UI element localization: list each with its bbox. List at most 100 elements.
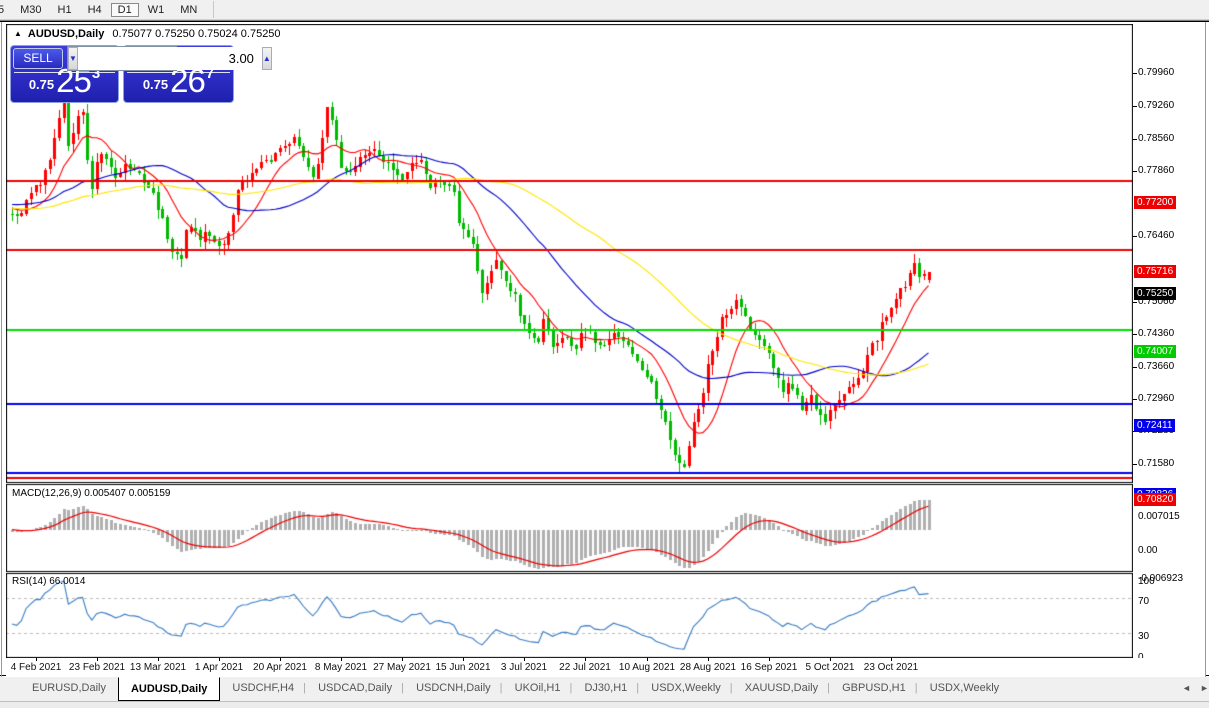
toolbar-separator [213,1,215,18]
price-tick-dash [1133,366,1137,368]
rsi-axis-label: 100 [1138,576,1155,587]
tab-usdx-weekly-2[interactable]: USDX,Weekly [915,678,1011,701]
sell-price-prefix: 0.75 [28,77,55,92]
one-click-trade-panel: 0.75253 0.75267 SELL BUY ▼ ▲ [10,45,272,103]
date-tick-mark [585,658,586,661]
timeframe-m30[interactable]: M30 [13,3,48,17]
date-tick-mark [708,658,709,661]
tab-usdchf-h4[interactable]: USDCHF,H4 [220,678,306,701]
rsi-name: RSI(14) [12,576,47,587]
price-tick-dash [1133,138,1137,140]
date-tick-mark [463,658,464,661]
price-line-label: 0.75250 [1134,286,1177,300]
date-label: 16 Sep 2021 [740,662,798,673]
tab-ukoil-h1[interactable]: UKOil,H1 [500,678,573,701]
chart-title: ▲ AUDUSD,Daily 0.75077 0.75250 0.75024 0.7… [14,28,281,40]
timeframe-w1[interactable]: W1 [141,3,172,17]
date-label: 27 May 2021 [373,662,431,673]
price-tick-dash [1133,399,1137,401]
timeframe-h4[interactable]: H4 [81,3,109,17]
tab-usdcad-daily[interactable]: USDCAD,Daily [303,678,404,701]
volume-spinner: ▼ ▲ [67,46,272,71]
date-label: 5 Oct 2021 [805,662,855,673]
date-tick-mark [524,658,525,661]
rsi-label: RSI(14) 66.0014 [12,576,85,587]
tab-audusd-daily[interactable]: AUDUSD,Daily [117,677,221,701]
date-axis: 4 Feb 2021 23 Feb 2021 13 Mar 2021 1 Apr 20… [6,658,1205,677]
timeframe-mn[interactable]: MN [173,3,204,17]
date-label: 28 Aug 2021 [679,662,737,673]
date-tick-mark [97,658,98,661]
rsi-axis-label: 30 [1138,631,1150,642]
timeframe-m5[interactable]: 5 [0,3,11,17]
price-tick-dash [1133,236,1137,238]
window-right-frame [1205,22,1206,677]
volume-decrease-button[interactable]: ▼ [68,47,78,70]
date-label: 23 Feb 2021 [68,662,126,673]
macd-values: 0.005407 0.005159 [84,488,171,499]
tab-row: EURUSD,Daily AUDUSD,Daily USDCHF,H4 USDC… [0,677,1209,701]
rsi-value: 66.0014 [49,576,86,587]
price-line-label: 0.74007 [1134,344,1177,358]
volume-input[interactable] [77,47,262,70]
price-tick-label: 0.73660 [1138,360,1175,372]
price-line-label: 0.75716 [1134,265,1177,279]
date-label: 23 Oct 2021 [863,662,919,673]
chart-symbol: AUDUSD,Daily [27,28,105,40]
price-line-label: 0.70820 [1134,493,1177,506]
date-tick-mark [402,658,403,661]
price-tick-dash [1133,301,1137,303]
price-line-label: 0.77200 [1134,196,1177,209]
price-tick-label: 0.77860 [1138,165,1175,177]
date-label: 22 Jul 2021 [559,662,611,673]
date-tick-mark [769,658,770,661]
rsi-axis-label: 70 [1138,596,1150,607]
price-tick-label: 0.76460 [1138,230,1175,242]
timeframe-d1[interactable]: D1 [110,2,139,17]
tab-usdcnh-daily[interactable]: USDCNH,Daily [401,678,503,701]
date-tick-mark [219,658,220,661]
chart-tab-bar: EURUSD,Daily AUDUSD,Daily USDCHF,H4 USDC… [0,677,1209,708]
price-tick-dash [1133,73,1137,75]
price-axis: 0.79960 0.79260 0.78560 0.77860 0.76460 0.750… [1133,24,1205,663]
buy-price-prefix: 0.75 [142,77,169,92]
tab-xauusd-daily[interactable]: XAUUSD,Daily [730,678,830,701]
tab-bar-strip [0,701,1209,708]
macd-name: MACD(12,26,9) [12,488,82,499]
tab-gbpusd-h1[interactable]: GBPUSD,H1 [827,678,918,701]
tab-scroll-left-icon[interactable]: ◄ [1182,683,1191,693]
price-line-label: 0.72411 [1134,418,1176,432]
date-label: 3 Jul 2021 [500,662,548,673]
date-label: 8 May 2021 [314,662,368,673]
tab-dj30-h1[interactable]: DJ30,H1 [569,678,639,701]
date-tick-mark [647,658,648,661]
chart-window: ▲ AUDUSD,Daily 0.75077 0.75250 0.75024 0.7… [0,21,1209,677]
volume-increase-button[interactable]: ▲ [261,47,272,70]
date-label: 4 Feb 2021 [10,662,62,673]
date-tick-mark [36,658,37,661]
date-tick-mark [341,658,342,661]
chart-ohlc-values: 0.75077 0.75250 0.75024 0.75250 [112,28,281,40]
timeframe-toolbar: 5 M30 H1 H4 D1 W1 MN [0,0,1209,19]
price-tick-label: 0.79960 [1138,67,1175,79]
macd-axis-label: 0.00 [1138,545,1158,556]
price-tick-label: 0.78560 [1138,132,1175,144]
tab-usdx-weekly[interactable]: USDX,Weekly [636,678,732,701]
tab-scroll-right-icon[interactable]: ► [1200,683,1209,693]
date-tick-mark [280,658,281,661]
collapse-arrow-icon[interactable]: ▲ [14,29,22,38]
date-label: 20 Apr 2021 [253,662,307,673]
date-label: 10 Aug 2021 [618,662,676,673]
price-tick-label: 0.72960 [1138,393,1175,405]
timeframe-h1[interactable]: H1 [51,3,79,17]
price-chart-canvas[interactable] [6,24,1133,658]
price-tick-label: 0.79260 [1138,100,1175,112]
price-tick-dash [1133,106,1137,108]
price-tick-label: 0.74360 [1138,328,1175,340]
sell-button[interactable]: SELL [13,48,63,69]
tab-eurusd-daily[interactable]: EURUSD,Daily [20,678,118,701]
macd-axis-label: 0.007015 [1138,511,1180,522]
price-tick-dash [1133,463,1137,465]
date-label: 1 Apr 2021 [194,662,244,673]
window-left-frame [1,22,2,677]
